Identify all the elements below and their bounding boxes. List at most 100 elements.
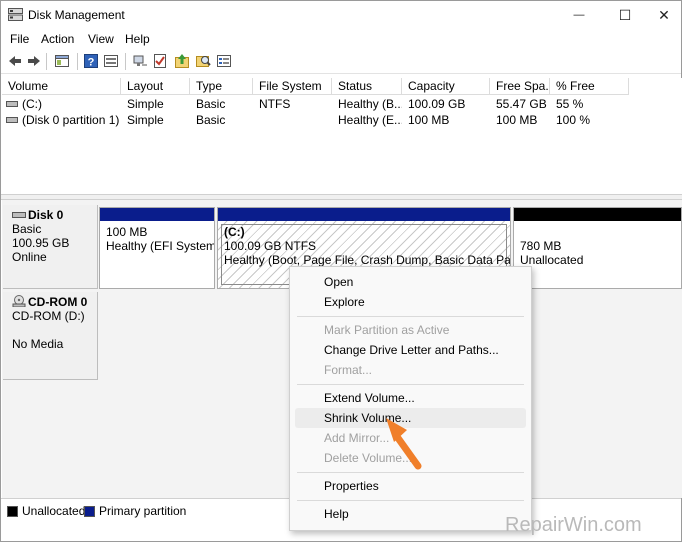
menu-separator [297,316,524,317]
partition-size: 780 MB [520,239,562,253]
minimize-button[interactable]: — [556,1,602,29]
volume-file-system [253,112,332,128]
menu-item-explore[interactable]: Explore [295,292,526,312]
partition-status: Unallocated [520,253,584,267]
column-header-layout[interactable]: Layout [121,78,190,95]
partition-size: 100.09 GB NTFS [224,239,317,253]
menu-item-extend-volume[interactable]: Extend Volume... [295,388,526,408]
volume-percent-free: 55 % [556,97,584,111]
table-row[interactable]: (Disk 0 partition 1) Simple Basic Health… [2,112,682,128]
volume-file-system: NTFS [259,97,291,111]
disk-size: 100.95 GB [12,236,70,250]
disk-0-label[interactable]: Disk 0 Basic 100.95 GB Online [3,205,98,289]
column-header-volume[interactable]: Volume [2,78,121,95]
menu-help[interactable]: Help [125,32,150,46]
forward-icon[interactable] [26,53,42,69]
list-icon[interactable] [216,53,232,69]
upload-icon[interactable] [174,53,190,69]
toolbar: ? [1,49,681,74]
column-header-capacity[interactable]: Capacity [402,78,490,95]
window-title: Disk Management [28,8,125,22]
menu-item-properties[interactable]: Properties [295,476,526,496]
partition-body: 780 MB Unallocated [514,221,681,288]
check-icon[interactable] [152,53,168,69]
menu-file[interactable]: File [10,32,29,46]
help-icon[interactable]: ? [83,53,99,69]
partition-status: Healthy (EFI System P [106,239,214,253]
partition-bar [514,208,681,221]
menu-action[interactable]: Action [41,32,74,46]
volume-capacity: 100.09 GB [408,97,466,111]
cdrom-icon [12,295,26,307]
menu-item-change-drive-letter[interactable]: Change Drive Letter and Paths... [295,340,526,360]
menu-item-mark-active: Mark Partition as Active [324,323,450,337]
menu-separator [297,500,524,501]
disk-name: CD-ROM 0 [28,295,88,309]
volume-free-space: 55.47 GB [496,97,547,111]
menu-separator [297,472,524,473]
svg-text:?: ? [88,57,95,69]
disk-type: Basic [12,222,42,236]
disk-management-icon [8,8,23,21]
legend-label-unallocated: Unallocated [22,504,86,518]
partition-body: 100 MB Healthy (EFI System P [100,221,214,288]
volume-layout: Simple [127,113,164,127]
cdrom-0-label[interactable]: CD-ROM 0 CD-ROM (D:) No Media [3,292,98,380]
partition-bar [218,208,510,221]
back-icon[interactable] [7,53,23,69]
disk-state: No Media [12,337,64,351]
volume-name: (C:) [22,97,42,111]
legend-swatch-primary [84,506,95,517]
volume-capacity: 100 MB [408,113,450,127]
search-icon[interactable] [195,53,211,69]
toolbar-separator [77,53,78,70]
disk-type: CD-ROM (D:) [12,309,85,323]
close-button[interactable]: ✕ [641,1,682,29]
menu-view[interactable]: View [88,32,114,46]
volume-list: Volume Layout Type File System Status Ca… [2,78,682,194]
volume-type: Basic [196,113,226,127]
column-header-file-system[interactable]: File System [253,78,332,95]
legend-swatch-unallocated [7,506,18,517]
disk-state: Online [12,250,47,264]
column-header-status[interactable]: Status [332,78,402,95]
context-menu: Open Explore Mark Partition as Active Ch… [289,266,532,531]
properties-icon[interactable] [54,53,70,69]
close-icon: ✕ [658,6,670,23]
console-icon[interactable] [103,53,119,69]
disk-icon [12,212,26,218]
menu-item-open[interactable]: Open [295,272,526,292]
partition-efi[interactable]: 100 MB Healthy (EFI System P [99,207,215,289]
annotation-arrow-icon [386,418,422,470]
column-header-free-space[interactable]: Free Spa... [490,78,550,95]
title-bar: Disk Management — ☐ ✕ [1,1,681,29]
menu-bar: File Action View Help [1,29,681,49]
volume-status: Healthy (B... [338,97,402,111]
minimize-icon: — [573,9,585,21]
connect-icon[interactable] [132,53,148,69]
partition-title: (C:) [224,225,245,239]
menu-item-format: Format... [324,363,373,377]
partition-bar [100,208,214,221]
watermark: RepairWin.com [505,514,642,536]
volume-free-space: 100 MB [496,113,538,127]
toolbar-separator [125,53,126,70]
volume-name: (Disk 0 partition 1) [22,113,120,127]
disk-size [12,323,97,337]
toolbar-separator [46,53,47,70]
table-row[interactable]: (C:) Simple Basic NTFS Healthy (B... 100… [2,96,682,112]
partition-size: 100 MB [106,225,148,239]
partition-unallocated[interactable]: 780 MB Unallocated [513,207,682,289]
volume-status: Healthy (E... [338,113,402,127]
menu-item-help[interactable]: Help [295,504,526,524]
volume-percent-free: 100 % [556,113,591,127]
column-header-type[interactable]: Type [190,78,253,95]
disk-name: Disk 0 [28,208,64,222]
menu-separator [297,384,524,385]
legend-label-primary: Primary partition [99,504,187,518]
volume-layout: Simple [127,97,164,111]
column-header-percent-free[interactable]: % Free [550,78,629,95]
volume-type: Basic [196,97,226,111]
partition-status: Healthy (Boot, Page File, Crash Dump, Ba… [224,253,510,267]
maximize-icon: ☐ [618,6,632,23]
